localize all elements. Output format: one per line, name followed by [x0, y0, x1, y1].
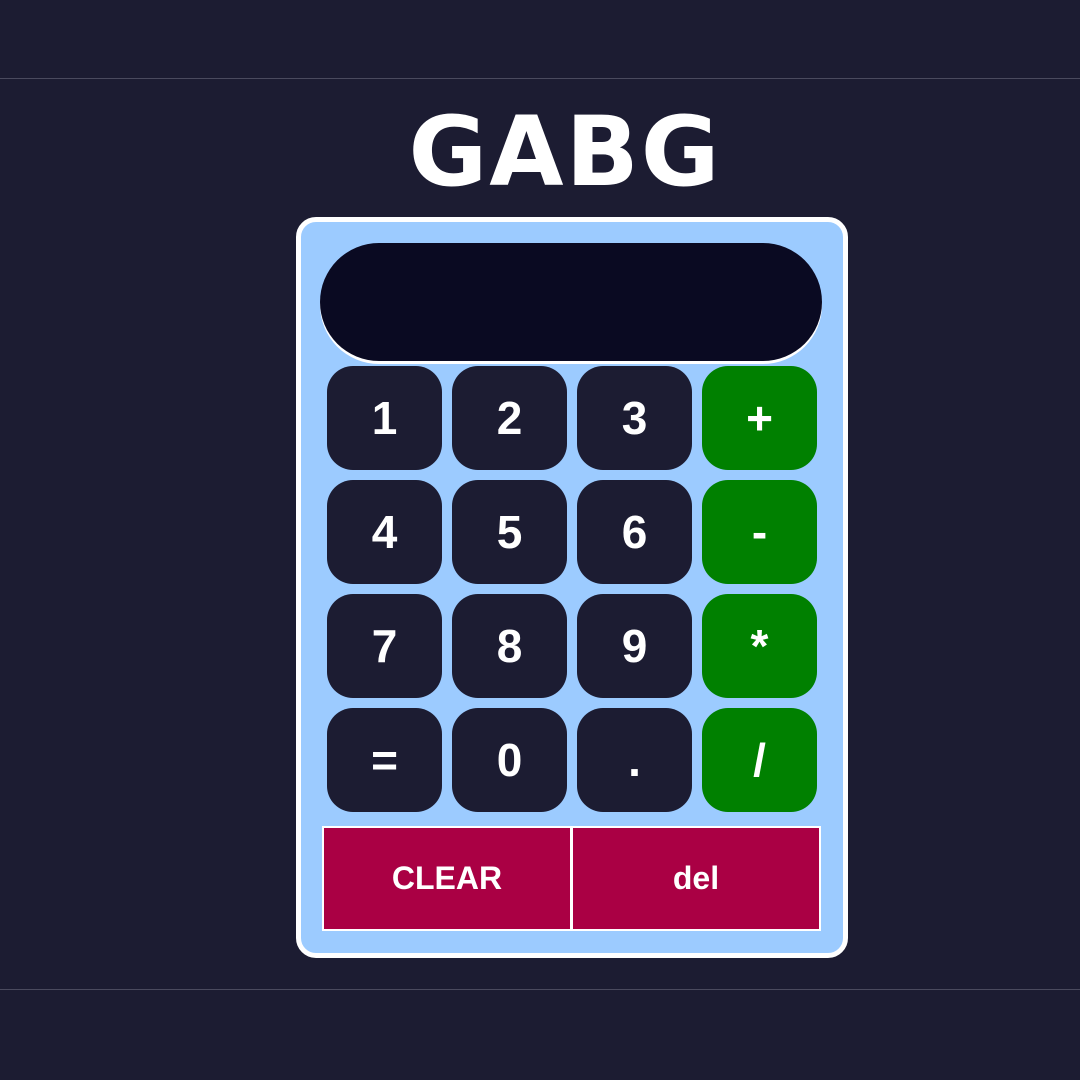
calculator-display[interactable]: [320, 243, 822, 361]
key-4[interactable]: 4: [327, 480, 442, 584]
key-5[interactable]: 5: [452, 480, 567, 584]
logo: GABG: [408, 96, 722, 208]
add-button[interactable]: +: [702, 366, 817, 470]
equals-button[interactable]: =: [327, 708, 442, 812]
bottom-divider: [0, 989, 1080, 990]
page: GABG 1 2 3 + 4 5 6 - 7 8 9 * = 0 . / CLE…: [0, 0, 1080, 1080]
key-2[interactable]: 2: [452, 366, 567, 470]
key-0[interactable]: 0: [452, 708, 567, 812]
decimal-button[interactable]: .: [577, 708, 692, 812]
key-7[interactable]: 7: [327, 594, 442, 698]
top-divider: [0, 78, 1080, 79]
subtract-button[interactable]: -: [702, 480, 817, 584]
clear-button[interactable]: CLEAR: [322, 826, 572, 931]
divide-button[interactable]: /: [702, 708, 817, 812]
key-1[interactable]: 1: [327, 366, 442, 470]
key-8[interactable]: 8: [452, 594, 567, 698]
delete-button[interactable]: del: [571, 826, 821, 931]
multiply-button[interactable]: *: [702, 594, 817, 698]
key-9[interactable]: 9: [577, 594, 692, 698]
key-3[interactable]: 3: [577, 366, 692, 470]
key-6[interactable]: 6: [577, 480, 692, 584]
